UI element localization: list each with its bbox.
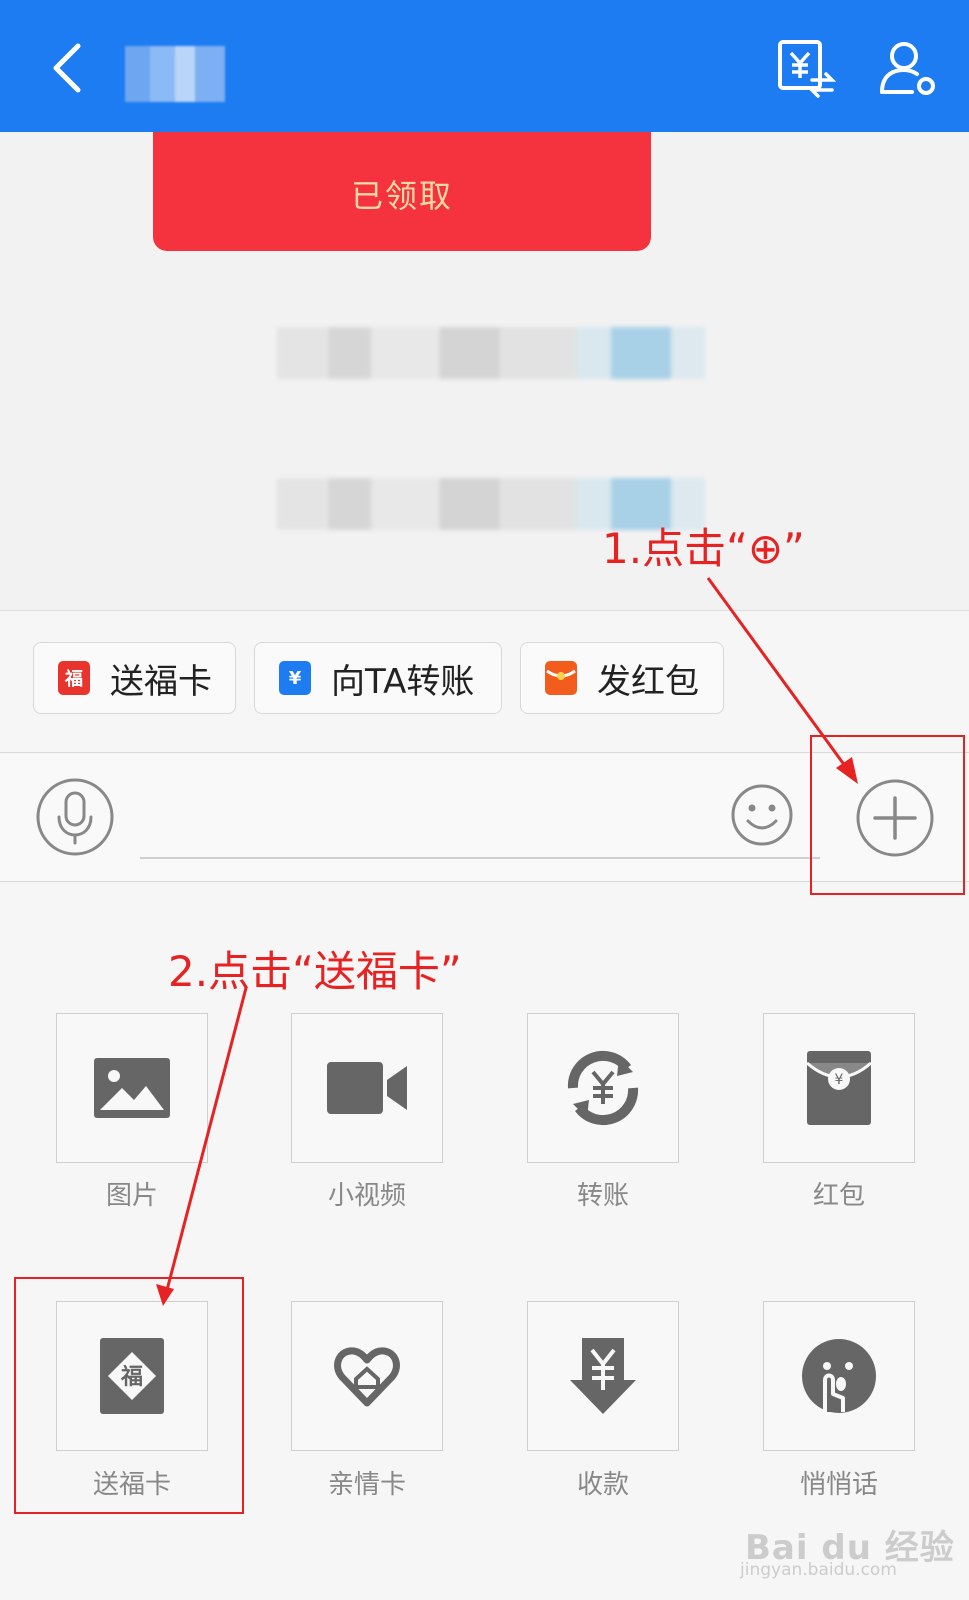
app-header <box>0 0 969 132</box>
chevron-left-icon[interactable] <box>44 40 92 96</box>
tile-label: 红包 <box>812 1181 865 1211</box>
message-input[interactable] <box>140 857 820 859</box>
fu-card-icon: 福 <box>58 661 90 695</box>
blurred-message <box>277 327 705 379</box>
tile-label: 小视频 <box>327 1181 406 1211</box>
annotation-box-fu-card <box>14 1277 244 1514</box>
tile-label: 图片 <box>105 1181 158 1211</box>
heart-home-icon <box>334 1347 400 1407</box>
red-packet-status: 已领取 <box>350 176 453 215</box>
annotation-step1: 1.点击“⊕” <box>602 524 805 573</box>
quick-actions-bar: 福 送福卡 ¥ 向TA转账 发红包 <box>0 610 969 752</box>
quick-action-label: 发红包 <box>597 661 699 702</box>
chat-area: 已领取 <box>0 132 969 610</box>
contact-name-blurred <box>125 46 225 102</box>
image-icon <box>94 1058 170 1118</box>
smiley-icon[interactable] <box>730 783 794 847</box>
red-envelope-icon <box>545 661 577 695</box>
transfer-yuan-icon <box>567 1050 639 1126</box>
whisper-tile[interactable] <box>763 1301 915 1451</box>
transfer-tile[interactable] <box>527 1013 679 1163</box>
user-settings-icon[interactable] <box>878 38 940 100</box>
transfer-to-ta-button[interactable]: ¥ 向TA转账 <box>254 642 502 714</box>
red-packet-tile[interactable]: ¥ <box>763 1013 915 1163</box>
watermark-url: jingyan.baidu.com <box>740 1560 897 1580</box>
receive-yuan-icon <box>570 1338 636 1414</box>
video-camera-icon <box>327 1062 407 1114</box>
tile-label: 悄悄话 <box>799 1470 878 1500</box>
tile-label: 转账 <box>576 1181 629 1211</box>
whisper-icon <box>802 1339 876 1413</box>
yuan-transfer-icon[interactable] <box>776 38 838 100</box>
annotation-box-plus <box>810 735 965 895</box>
family-card-tile[interactable] <box>291 1301 443 1451</box>
quick-action-label: 向TA转账 <box>331 661 475 702</box>
send-fu-card-button[interactable]: 福 送福卡 <box>33 642 236 714</box>
tile-label: 亲情卡 <box>327 1470 406 1500</box>
short-video-tile[interactable] <box>291 1013 443 1163</box>
image-tile[interactable] <box>56 1013 208 1163</box>
tile-label: 收款 <box>576 1470 629 1500</box>
send-red-packet-button[interactable]: 发红包 <box>520 642 724 714</box>
red-packet-icon: ¥ <box>806 1051 872 1125</box>
microphone-icon[interactable] <box>35 777 115 857</box>
yuan-icon: ¥ <box>279 661 311 695</box>
quick-action-label: 送福卡 <box>110 661 212 702</box>
annotation-step2: 2.点击“送福卡” <box>168 947 462 996</box>
svg-text:¥: ¥ <box>835 1072 844 1088</box>
receive-money-tile[interactable] <box>527 1301 679 1451</box>
red-packet-message[interactable]: 已领取 <box>153 132 651 251</box>
